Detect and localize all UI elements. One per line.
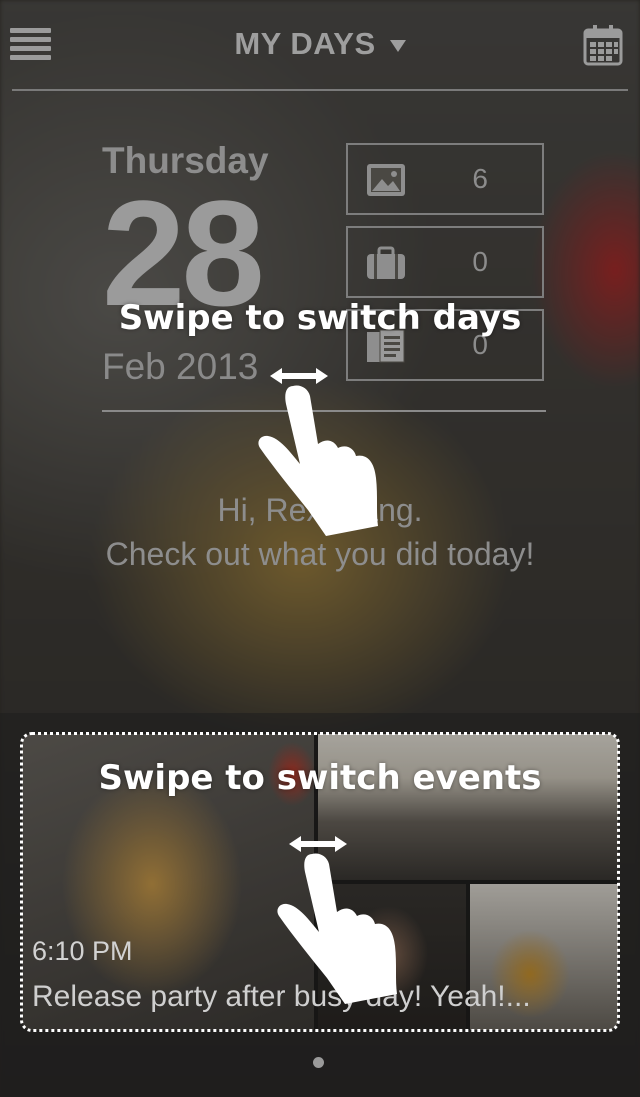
title-dropdown[interactable]: MY DAYS	[0, 26, 640, 62]
greeting-line-2: Check out what you did today!	[105, 536, 535, 572]
page-title: MY DAYS	[234, 26, 376, 61]
photo-icon	[367, 164, 405, 196]
swipe-gesture-icon	[277, 836, 397, 1004]
stat-work[interactable]: 0	[346, 226, 544, 298]
swipe-gesture-icon	[258, 368, 378, 536]
year-label: 2013	[176, 346, 259, 387]
header: MY DAYS	[0, 0, 640, 92]
stat-count: 0	[472, 246, 488, 277]
month-year: Feb 2013	[102, 346, 258, 388]
briefcase-icon	[367, 246, 405, 279]
stat-count: 6	[472, 163, 488, 194]
swipe-days-hint: Swipe to switch days	[118, 298, 522, 338]
calendar-icon[interactable]	[583, 24, 623, 66]
month-label: Feb	[102, 346, 166, 387]
stat-photos[interactable]: 6	[346, 143, 544, 215]
swipe-events-hint: Swipe to switch events	[98, 758, 542, 798]
header-divider	[12, 89, 628, 91]
caret-down-icon	[389, 39, 406, 52]
page-indicator	[313, 1057, 324, 1068]
